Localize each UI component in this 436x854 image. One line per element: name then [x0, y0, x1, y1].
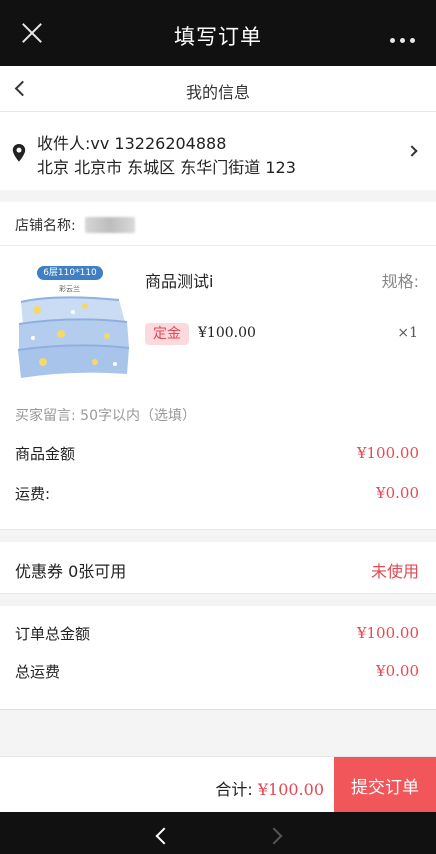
coupon-label: 优惠券 0张可用: [15, 562, 127, 581]
product-price: ¥100.00: [198, 325, 256, 341]
product-spec-label: 规格:: [381, 272, 419, 291]
checkout-bar: 合计: ¥100.00 提交订单: [0, 756, 436, 813]
total-shipping-label: 总运费: [15, 663, 61, 681]
shop-name-label: 店铺名称:: [15, 218, 76, 234]
location-pin-icon: [12, 144, 26, 162]
blanket-illustration: [17, 296, 130, 378]
order-total-value: ¥100.00: [356, 624, 419, 642]
goods-amount-label: 商品金额: [15, 445, 76, 463]
browser-nav-bar: [0, 812, 436, 854]
product-quantity: ×1: [397, 325, 418, 341]
order-total-label: 订单总金额: [15, 625, 91, 643]
sum-label: 合计:: [215, 780, 253, 799]
more-options-icon[interactable]: [390, 38, 415, 43]
wechat-title-bar: 填写订单: [0, 0, 436, 66]
shipping-fee-value: ¥0.00: [376, 484, 419, 502]
address-detail: 北京 北京市 东城区 东华门街道 123: [37, 158, 296, 177]
product-image: 6层110*110 彩云兰: [15, 262, 131, 382]
window-title: 填写订单: [174, 25, 262, 49]
nav-forward-icon[interactable]: [265, 827, 283, 845]
goods-amount-value: ¥100.00: [356, 444, 419, 462]
chevron-right-icon: [406, 145, 418, 157]
order-item-section: 6层110*110 彩云兰 商品测试i 规格: 定金 ¥100.00 ×1 商品…: [0, 246, 436, 530]
shop-row: 店铺名称:: [0, 202, 436, 246]
shipping-address-card[interactable]: 收件人:vv 13226204888 北京 北京市 东城区 东华门街道 123: [0, 112, 436, 190]
coupon-status: 未使用: [370, 562, 419, 581]
nav-back-icon[interactable]: [155, 827, 173, 845]
product-name: 商品测试i: [145, 272, 214, 291]
sum-amount: ¥100.00: [257, 780, 324, 799]
product-image-tag: 6层110*110: [37, 266, 103, 280]
order-totals-section: 订单总金额 ¥100.00 总运费 ¥0.00: [0, 606, 436, 710]
deposit-badge: 定金: [145, 323, 189, 345]
coupon-row[interactable]: 优惠券 0张可用 未使用: [0, 542, 436, 594]
recipient-name-phone: 收件人:vv 13226204888: [37, 134, 227, 153]
submit-order-button[interactable]: 提交订单: [334, 757, 436, 813]
shipping-fee-label: 运费:: [15, 485, 51, 503]
sum-summary: 合计: ¥100.00: [215, 776, 324, 800]
page-title: 我的信息: [185, 83, 250, 102]
page-header: 我的信息: [0, 66, 436, 112]
buyer-message-input[interactable]: [15, 408, 421, 424]
shop-name-redacted: [85, 217, 135, 233]
total-shipping-value: ¥0.00: [376, 662, 419, 680]
